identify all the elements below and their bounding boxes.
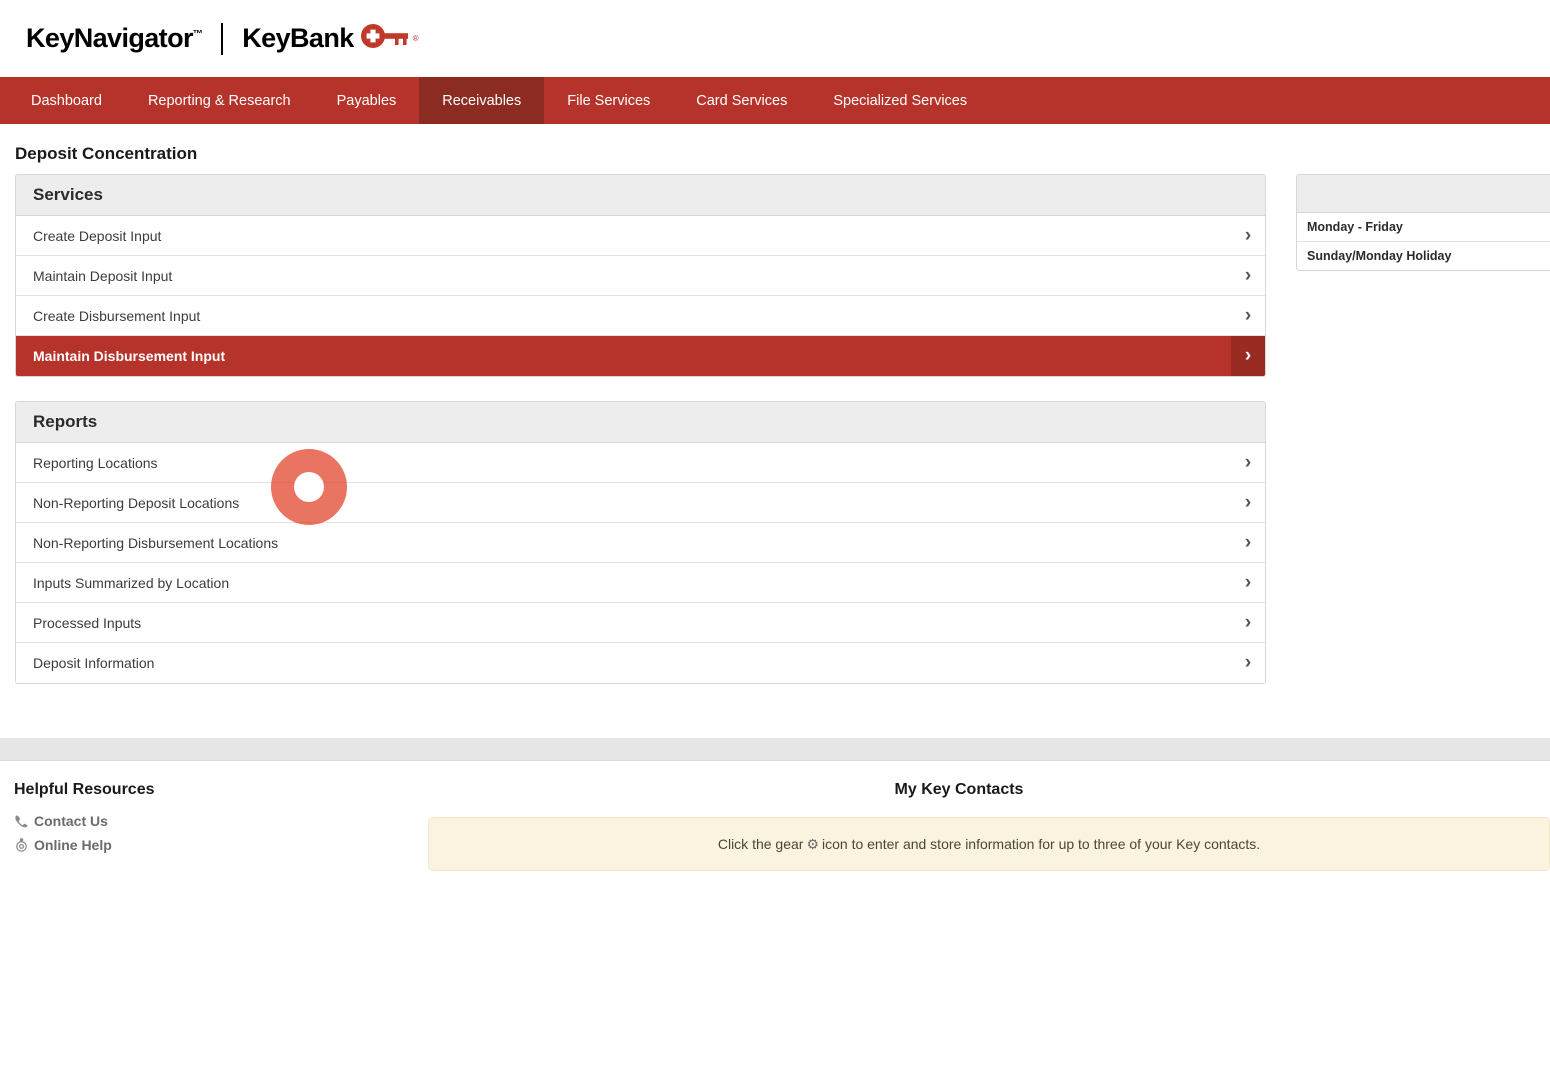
nav-item-dashboard[interactable]: Dashboard [8, 77, 125, 124]
trademark-symbol: ™ [192, 29, 203, 40]
row-label: Processed Inputs [33, 614, 142, 631]
phone-icon [14, 814, 34, 829]
main-content-column: Services Create Deposit Input › Maintain… [15, 174, 1266, 708]
nav-item-specialized-services[interactable]: Specialized Services [810, 77, 990, 124]
row-label: Maintain Disbursement Input [33, 348, 226, 364]
services-card-header: Services [16, 175, 1265, 216]
row-label: Create Deposit Input [33, 227, 162, 244]
chevron-right-icon: › [1244, 224, 1252, 246]
report-row-non-reporting-deposit-locations[interactable]: Non-Reporting Deposit Locations › [16, 483, 1265, 523]
footer: Helpful Resources Contact Us Online Help… [0, 761, 1550, 871]
row-label: Deposit Information [33, 655, 155, 671]
nav-item-payables[interactable]: Payables [314, 77, 420, 124]
report-row-inputs-summarized-by-location[interactable]: Inputs Summarized by Location › [16, 563, 1265, 603]
service-row-maintain-disbursement-input[interactable]: Maintain Disbursement Input › [16, 336, 1265, 376]
footer-link-label: Online Help [34, 837, 112, 853]
nav-item-file-services[interactable]: File Services [544, 77, 673, 124]
chevron-right-icon: › [1244, 304, 1252, 326]
page-title: Deposit Concentration [15, 144, 198, 163]
brand-keynavigator: KeyNavigator™ [26, 23, 203, 53]
report-row-reporting-locations[interactable]: Reporting Locations › [16, 443, 1265, 483]
chevron-right-icon: › [1244, 264, 1252, 286]
service-row-create-deposit-input[interactable]: Create Deposit Input › [16, 216, 1265, 256]
brand-keybank: KeyBank [242, 23, 354, 53]
row-label: Maintain Deposit Input [33, 267, 173, 284]
row-label: Inputs Summarized by Location [33, 574, 230, 591]
nav-item-reporting-research[interactable]: Reporting & Research [125, 77, 314, 124]
chevron-right-icon: › [1244, 531, 1252, 553]
footer-link-contact-us[interactable]: Contact Us [14, 813, 428, 829]
brand-header: KeyNavigator™ KeyBank ® [0, 0, 1550, 77]
registered-symbol: ® [412, 34, 419, 43]
main-navigation: Dashboard Reporting & Research Payables … [0, 77, 1550, 124]
page-body: Deposit Concentration Services Create De… [0, 144, 1550, 871]
row-label: Reporting Locations [33, 454, 158, 471]
chevron-right-icon: › [1244, 451, 1252, 473]
contacts-message-before: Click the gear [717, 836, 804, 852]
content-layout: Services Create Deposit Input › Maintain… [0, 174, 1550, 708]
reports-card: Reports Reporting Locations › Non-Report… [15, 401, 1266, 684]
chevron-right-icon: › [1244, 491, 1252, 513]
key-icon [360, 23, 412, 54]
chevron-right-icon: › [1231, 336, 1265, 376]
side-panel-row-monday-friday: Monday - Friday [1297, 213, 1550, 242]
my-key-contacts-heading: My Key Contacts [894, 781, 1024, 798]
row-label: Non-Reporting Deposit Locations [33, 494, 240, 511]
gear-icon: ⚙ [806, 835, 819, 852]
report-row-processed-inputs[interactable]: Processed Inputs › [16, 603, 1265, 643]
service-row-create-disbursement-input[interactable]: Create Disbursement Input › [16, 296, 1265, 336]
helpful-resources-section: Helpful Resources Contact Us Online Help [0, 781, 428, 861]
reports-card-header: Reports [16, 402, 1265, 443]
nav-item-card-services[interactable]: Card Services [673, 77, 810, 124]
side-panel-header [1297, 175, 1550, 213]
footer-link-online-help[interactable]: Online Help [14, 837, 428, 853]
side-panel-row-sunday-monday-holiday: Sunday/Monday Holiday [1307, 249, 1452, 263]
gear-icon [14, 837, 34, 853]
report-row-non-reporting-disbursement-locations[interactable]: Non-Reporting Disbursement Locations › [16, 523, 1265, 563]
nav-item-receivables[interactable]: Receivables [419, 77, 545, 124]
chevron-right-icon: › [1244, 571, 1252, 593]
service-row-maintain-deposit-input[interactable]: Maintain Deposit Input › [16, 256, 1265, 296]
row-label: Non-Reporting Disbursement Locations [33, 534, 279, 551]
my-key-contacts-section: My Key Contacts Click the gear ⚙ icon to… [428, 781, 1550, 871]
chevron-right-icon: › [1244, 611, 1252, 633]
chevron-right-icon: › [1244, 652, 1252, 673]
footer-link-label: Contact Us [34, 813, 108, 829]
footer-separator [0, 738, 1550, 761]
contacts-message-after: icon to enter and store information for … [822, 836, 1261, 852]
row-label: Create Disbursement Input [33, 307, 201, 324]
report-row-deposit-information[interactable]: Deposit Information › [16, 643, 1265, 683]
brand-divider [221, 22, 224, 55]
helpful-resources-heading: Helpful Resources [14, 781, 155, 798]
services-card: Services Create Deposit Input › Maintain… [15, 174, 1266, 377]
cutoff-times-panel: Monday - Friday Sunday/Monday Holiday [1296, 174, 1550, 271]
my-key-contacts-message-box: Click the gear ⚙ icon to enter and store… [428, 817, 1550, 871]
